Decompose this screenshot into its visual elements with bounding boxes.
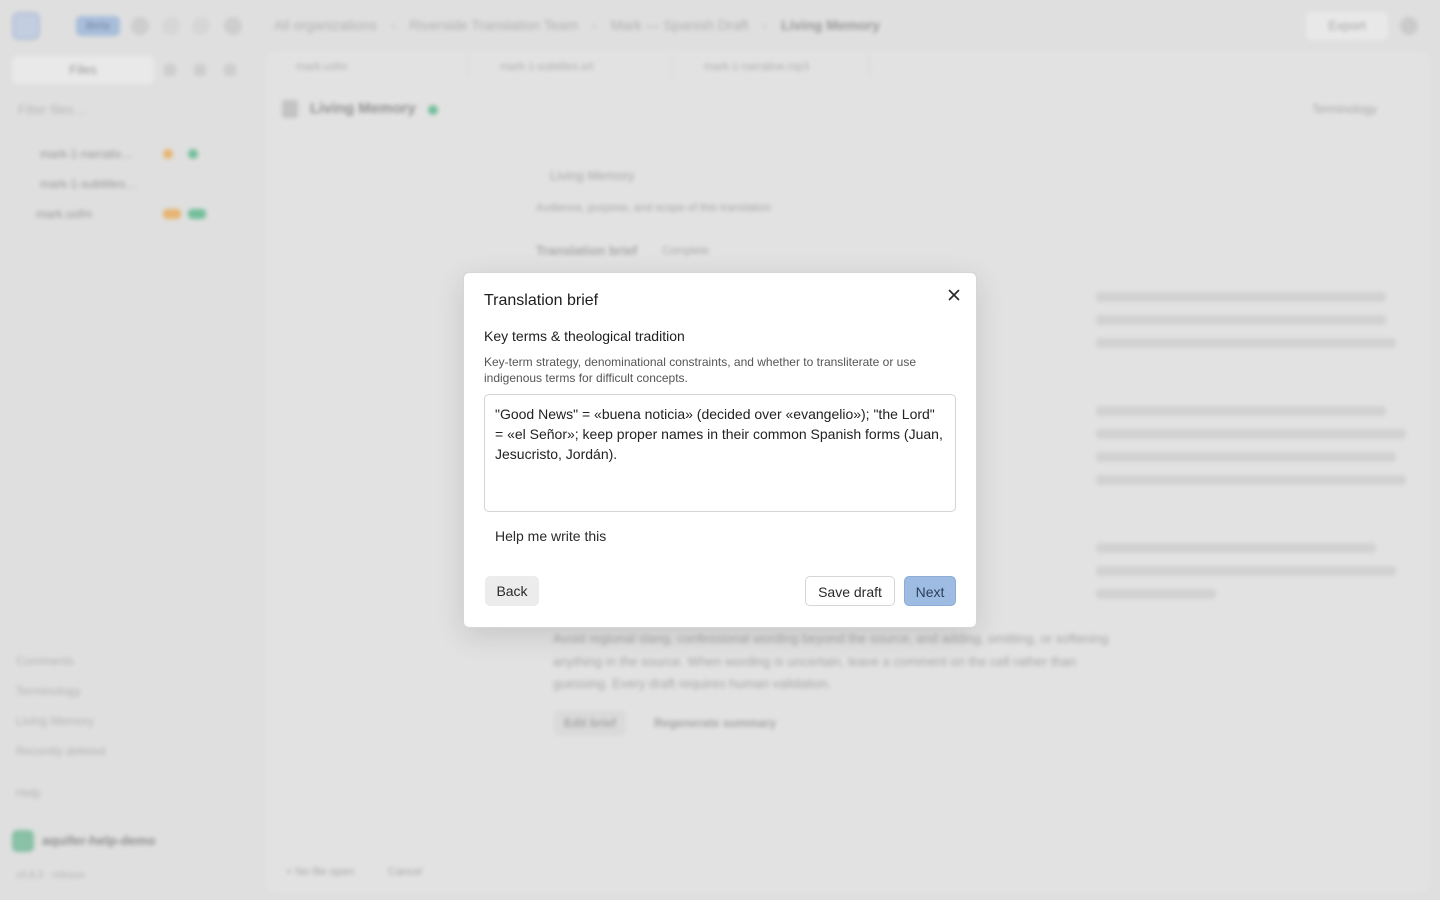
answer-textarea[interactable]: "Good News" = «buena noticia» (decided o… bbox=[484, 394, 956, 512]
close-button[interactable] bbox=[944, 285, 964, 305]
dialog-title: Translation brief bbox=[484, 292, 599, 309]
question-title: Key terms & theological tradition bbox=[484, 328, 685, 344]
help-me-write-button[interactable]: Help me write this bbox=[495, 528, 606, 544]
translation-brief-dialog: Translation brief Key terms & theologica… bbox=[463, 272, 977, 628]
save-draft-button[interactable]: Save draft bbox=[805, 576, 895, 606]
question-description: Key-term strategy, denominational constr… bbox=[484, 355, 916, 385]
next-button[interactable]: Next bbox=[904, 576, 956, 606]
close-icon bbox=[948, 289, 960, 301]
back-button[interactable]: Back bbox=[485, 576, 539, 606]
